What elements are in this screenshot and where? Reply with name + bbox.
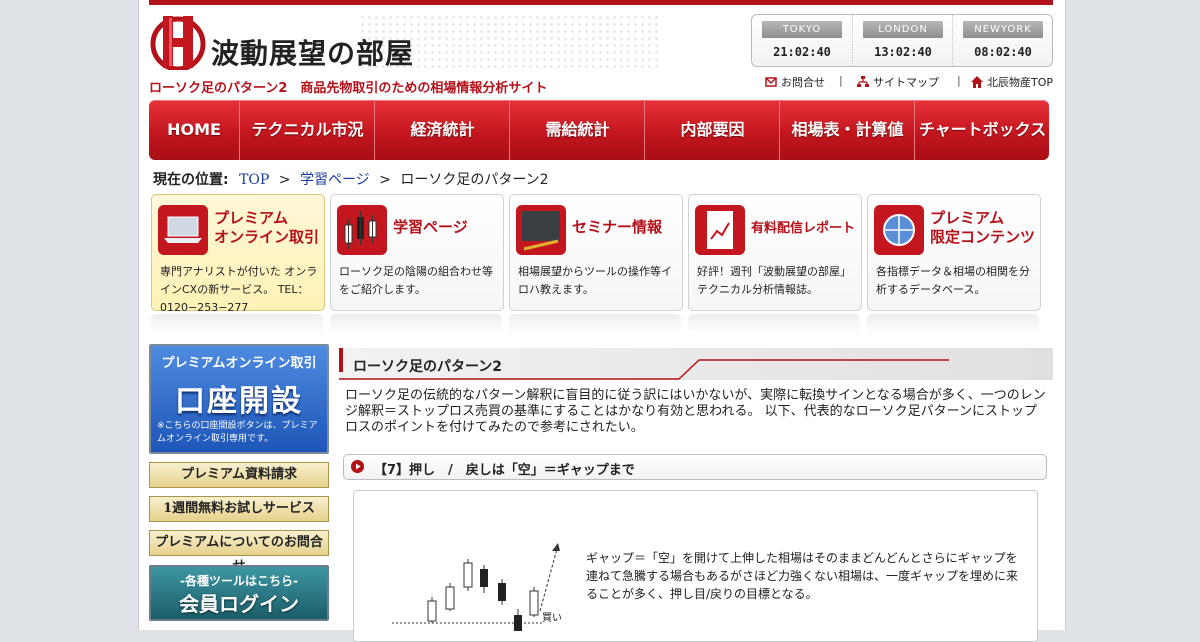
card-desc: 相場展望からツールの操作等イロハ教えます。 xyxy=(518,265,672,296)
mail-icon xyxy=(765,77,777,87)
hokushin-top-link[interactable]: 北辰物産TOP xyxy=(971,74,1053,90)
nav-supply-demand[interactable]: 需給統計 xyxy=(509,100,645,160)
subsection-title: 【7】押し / 戻しは「空」＝ギャップまで xyxy=(374,463,635,478)
main-content: ローソク足のパターン2 ローソク足の伝統的なパターン解釈に盲目的に従う訳にはいか… xyxy=(339,344,1053,642)
clock-city: TOKYO xyxy=(762,21,842,38)
breadcrumb-label: 現在の位置: xyxy=(153,172,229,188)
card-title: プレミアム 限定コンテンツ xyxy=(930,209,1036,246)
login-subtitle: -各種ツールはこちら- xyxy=(180,574,298,588)
clock-city: NEWYORK xyxy=(963,21,1043,38)
card-title: プレミアム オンライン取引 xyxy=(214,209,320,246)
card-title: 学習ページ xyxy=(393,218,468,236)
card-premium-content[interactable]: プレミアム 限定コンテンツ 各指標データ＆相場の相関を分析するデータベース。 xyxy=(867,194,1041,311)
clock-city: LONDON xyxy=(863,21,943,38)
play-bullet-icon xyxy=(351,460,364,473)
main-nav: HOME テクニカル市況 経済統計 需給統計 内部要因 相場表・計算値 チャート… xyxy=(149,100,1049,160)
nav-home[interactable]: HOME xyxy=(149,100,239,160)
card-seminar[interactable]: セミナー情報 相場展望からツールの操作等イロハ教えます。 xyxy=(509,194,683,311)
subsection-header: 【7】押し / 戻しは「空」＝ギャップまで xyxy=(343,454,1047,480)
contact-label: お問合せ xyxy=(781,76,825,89)
site-logo[interactable]: 波動展望の部屋 xyxy=(149,12,659,72)
pattern-box: 買い ギャップ＝「空」を開けて上伸した相場はそのままどんどんとさらにギャップを連… xyxy=(353,490,1038,642)
pattern-description: ギャップ＝「空」を開けて上伸した相場はそのままどんどんとさらにギャップを連ねて急… xyxy=(586,551,1019,601)
card-reflection xyxy=(867,314,1039,334)
site-name: 波動展望の部屋 xyxy=(211,37,415,70)
nav-economic-stats[interactable]: 経済統計 xyxy=(374,100,510,160)
request-materials-button[interactable]: プレミアム資料請求 xyxy=(149,462,329,488)
top-accent-bar xyxy=(149,0,1053,5)
cta-title: 口座開設 xyxy=(175,384,303,419)
breadcrumb-top-link[interactable]: TOP xyxy=(239,172,269,188)
buy-label: 買い xyxy=(542,613,562,624)
card-reflection xyxy=(330,314,502,334)
page: 波動展望の部屋 ローソク足のパターン2 商品先物取引のための相場情報分析サイト … xyxy=(138,0,1066,642)
breadcrumb: 現在の位置: TOP > 学習ページ > ローソク足のパターン2 xyxy=(153,169,549,189)
open-account-button[interactable]: プレミアムオンライン取引 口座開設 ※こちらの口座開設ボタンは、プレミアムオンラ… xyxy=(149,344,329,454)
seminar-board-icon xyxy=(516,205,566,255)
laptop-icon xyxy=(158,205,208,255)
sitemap-link[interactable]: サイトマップ xyxy=(857,74,939,90)
report-icon xyxy=(695,205,745,255)
section-header: ローソク足のパターン2 xyxy=(339,348,1053,380)
utility-separator: | xyxy=(957,74,961,87)
nav-market-tables[interactable]: 相場表・計算値 xyxy=(779,100,915,160)
card-title: 有料配信レポート xyxy=(751,221,856,236)
breadcrumb-sep: > xyxy=(278,172,291,188)
card-desc: 各指標データ＆相場の相関を分析するデータベース。 xyxy=(876,265,1030,296)
member-login-button[interactable]: -各種ツールはこちら- 会員ログイン xyxy=(149,565,329,621)
hokushin-label: 北辰物産TOP xyxy=(987,76,1054,89)
clock-tokyo: TOKYO 21:02:40 xyxy=(752,15,850,66)
sitemap-icon xyxy=(857,76,869,87)
candlestick-icon xyxy=(337,205,387,255)
nav-chart-box[interactable]: チャートボックス xyxy=(914,100,1050,160)
card-reflection xyxy=(688,314,860,334)
clock-newyork: NEWYORK 08:02:40 xyxy=(952,15,1051,66)
intro-text: ローソク足の伝統的なパターン解釈に盲目的に従う訳にはいかないが、実際に転換サイン… xyxy=(345,388,1046,435)
clock-time: 13:02:40 xyxy=(874,45,932,59)
breadcrumb-current: ローソク足のパターン2 xyxy=(400,172,549,188)
logo-mark-icon xyxy=(150,16,206,70)
utility-links: お問合せ | サイトマップ | 北辰物産TOP xyxy=(765,74,1055,92)
card-desc: 専門アナリストが付いた オンラインCXの新サービス。 TEL：0120−253−… xyxy=(160,265,318,314)
world-clocks: TOKYO 21:02:40 LONDON 13:02:40 NEWYORK 0… xyxy=(751,14,1053,67)
card-learning[interactable]: 学習ページ ローソク足の陰陽の組合わせ等をご紹介します。 xyxy=(330,194,504,311)
site-tagline: ローソク足のパターン2 商品先物取引のための相場情報分析サイト xyxy=(149,81,548,96)
clock-london: LONDON 13:02:40 xyxy=(852,15,951,66)
feature-cards: プレミアム オンライン取引 専門アナリストが付いた オンラインCXの新サービス。 … xyxy=(151,194,1051,334)
nav-technical[interactable]: テクニカル市況 xyxy=(239,100,375,160)
card-reflection xyxy=(509,314,681,334)
card-premium-online[interactable]: プレミアム オンライン取引 専門アナリストが付いた オンラインCXの新サービス。 … xyxy=(151,194,325,314)
sitemap-label: サイトマップ xyxy=(873,76,939,89)
nav-internal-factors[interactable]: 内部要因 xyxy=(644,100,780,160)
card-desc: ローソク足の陰陽の組合わせ等をご紹介します。 xyxy=(339,265,493,296)
cta-note: ※こちらの口座開設ボタンは、プレミアムオンライン取引専用です。 xyxy=(157,421,318,444)
breadcrumb-sep: > xyxy=(379,172,391,188)
premium-inquiry-button[interactable]: プレミアムについてのお問合せ xyxy=(149,530,329,574)
card-title: セミナー情報 xyxy=(572,218,663,236)
section-title: ローソク足のパターン2 xyxy=(353,359,503,375)
card-desc: 好評！週刊「波動展望の部屋」テクニカル分析情報誌。 xyxy=(697,265,851,296)
free-trial-button[interactable]: 1週間無料お試しサービス xyxy=(149,496,329,522)
utility-separator: | xyxy=(839,74,843,87)
globe-icon xyxy=(874,205,924,255)
card-paid-report[interactable]: 有料配信レポート 好評！週刊「波動展望の部屋」テクニカル分析情報誌。 xyxy=(688,194,862,311)
clock-time: 21:02:40 xyxy=(773,45,831,59)
contact-link[interactable]: お問合せ xyxy=(765,74,825,90)
breadcrumb-learning-link[interactable]: 学習ページ xyxy=(300,172,370,188)
clock-time: 08:02:40 xyxy=(974,45,1032,59)
card-reflection xyxy=(151,314,323,334)
cta-subtitle: プレミアムオンライン取引 xyxy=(161,356,317,371)
home-icon xyxy=(971,76,983,88)
login-title: 会員ログイン xyxy=(179,592,299,616)
